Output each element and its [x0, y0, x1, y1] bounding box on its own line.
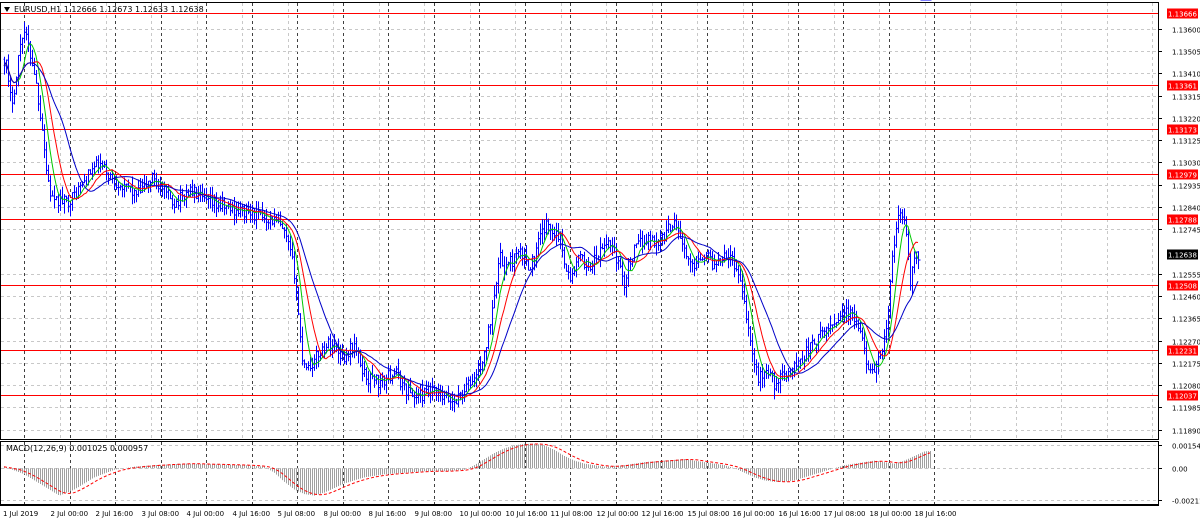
- time-tick-label: 8 Jul 00:00: [324, 510, 362, 518]
- time-tick-label: 12 Jul 00:00: [597, 510, 639, 518]
- time-tick-label: 4 Jul 00:00: [187, 510, 225, 518]
- symbol-info: EURUSD,H1 1.12666 1.12673 1.12633 1.1263…: [14, 5, 204, 14]
- time-tick-label: 5 Jul 08:00: [278, 510, 316, 518]
- time-tick-label: 2 Jul 16:00: [96, 510, 134, 518]
- price-tick-label: 1.11985: [1172, 405, 1200, 413]
- time-tick-label: 12 Jul 16:00: [642, 510, 684, 518]
- price-tick-label: 1.12080: [1172, 383, 1200, 391]
- time-tick-label: 11 Jul 08:00: [551, 510, 593, 518]
- time-tick-label: 1 Jul 2019: [3, 510, 38, 518]
- price-tick-label: 1.13505: [1172, 49, 1200, 57]
- price-tick-label: 1.13030: [1172, 160, 1200, 168]
- time-tick-label: 15 Jul 08:00: [688, 510, 730, 518]
- level-tag-label: 1.12508: [1168, 283, 1197, 291]
- time-tick-label: 16 Jul 00:00: [733, 510, 775, 518]
- time-tick-label: 3 Jul 08:00: [142, 510, 180, 518]
- macd-tick-label: 0.00: [1172, 466, 1188, 474]
- price-tick-label: 1.12460: [1172, 294, 1200, 302]
- chart-canvas[interactable]: 1.13600 1.13505 1.13410 1.13315 1.13220 1.131…: [0, 0, 1200, 523]
- price-tick-label: 1.13315: [1172, 94, 1200, 102]
- time-tick-label: 18 Jul 16:00: [915, 510, 957, 518]
- price-tick-label: 1.11890: [1172, 428, 1200, 436]
- price-tick-label: 1.13410: [1172, 71, 1200, 79]
- price-tick-label: 1.12175: [1172, 361, 1200, 369]
- price-tick-label: 1.12935: [1172, 183, 1200, 191]
- price-tick-label: 1.13600: [1172, 27, 1200, 35]
- time-tick-label: 16 Jul 16:00: [779, 510, 821, 518]
- time-tick-label: 18 Jul 00:00: [870, 510, 912, 518]
- macd-tick-label: 0.001544: [1172, 443, 1200, 451]
- price-tick-label: 1.12365: [1172, 316, 1200, 324]
- chart-window: 1.13600 1.13505 1.13410 1.13315 1.13220 1.131…: [0, 0, 1200, 523]
- level-tag-label: 1.13666: [1168, 11, 1197, 19]
- price-tick-label: 1.13220: [1172, 116, 1200, 124]
- time-tick-label: 9 Jul 08:00: [415, 510, 453, 518]
- price-tick-label: 1.12745: [1172, 227, 1200, 235]
- time-tick-label: 2 Jul 00:00: [51, 510, 89, 518]
- price-tick-label: 1.12840: [1172, 205, 1200, 213]
- macd-tick-label: -0.002114: [1172, 498, 1200, 506]
- level-tag-label: 1.12979: [1168, 172, 1197, 180]
- current-price-label: 1.12638: [1168, 252, 1197, 260]
- level-tag-label: 1.13361: [1168, 83, 1197, 91]
- time-tick-label: 10 Jul 00:00: [460, 510, 502, 518]
- time-tick-label: 4 Jul 16:00: [233, 510, 271, 518]
- level-tag-label: 1.12037: [1168, 393, 1197, 401]
- level-tag-label: 1.13173: [1168, 127, 1197, 135]
- price-tick-label: 1.13125: [1172, 138, 1200, 146]
- price-tick-label: 1.12270: [1172, 339, 1200, 347]
- level-tag-label: 1.12788: [1168, 217, 1197, 225]
- level-tag-label: 1.12231: [1168, 348, 1197, 356]
- macd-title: MACD(12,26,9) 0.001025 0.000957: [6, 444, 148, 453]
- time-axis: 1 Jul 2019 2 Jul 00:00 2 Jul 16:00 3 Jul 08…: [3, 510, 956, 518]
- time-tick-label: 8 Jul 16:00: [369, 510, 407, 518]
- price-tick-label: 1.12555: [1172, 272, 1200, 280]
- time-tick-label: 17 Jul 08:00: [824, 510, 866, 518]
- time-tick-label: 10 Jul 16:00: [506, 510, 548, 518]
